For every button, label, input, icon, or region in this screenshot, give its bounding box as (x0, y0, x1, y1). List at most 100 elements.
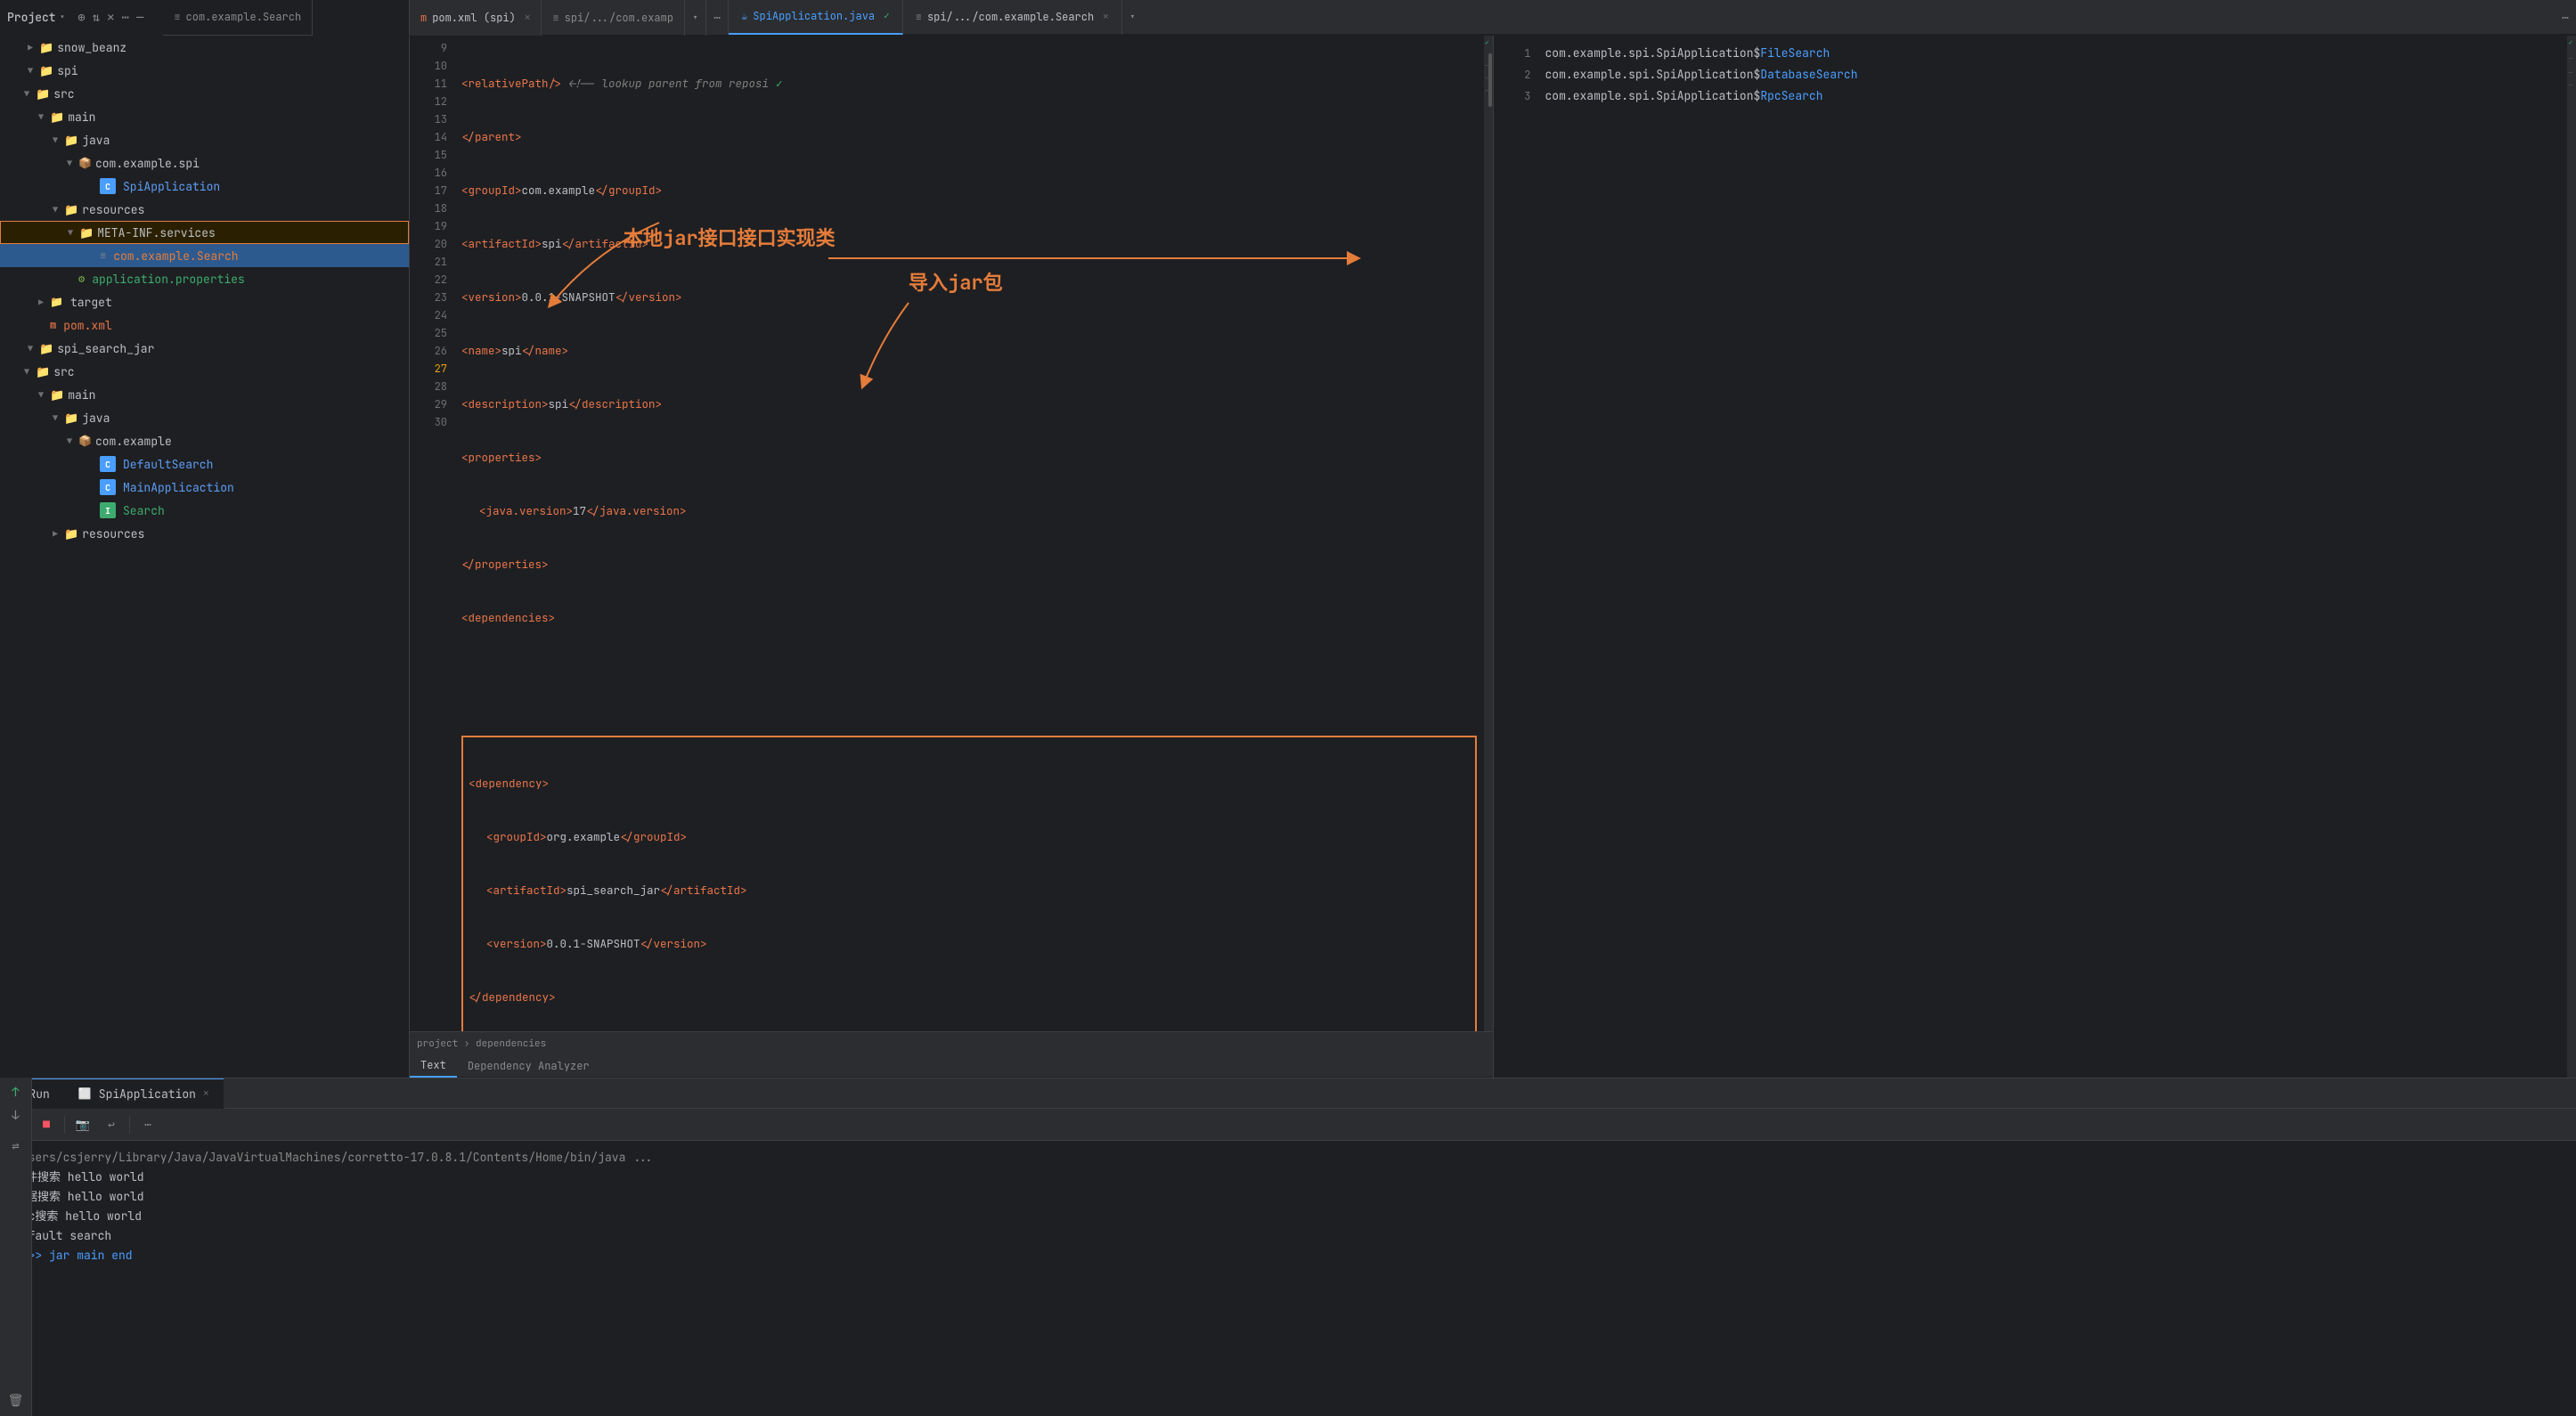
tab-com-example-search-right[interactable]: ≡ spi/.../com.example.Search ✕ (903, 0, 1122, 35)
scroll-down-btn[interactable]: ↓ (12, 1108, 19, 1124)
class-name-1: com.example.spi.SpiApplication (1545, 43, 1754, 64)
bracket-14b: </name> (522, 342, 569, 360)
code-line-23: <artifactId>spi_search_jar</artifactId> (469, 882, 1470, 899)
tab-text[interactable]: Text (410, 1054, 457, 1078)
tab-spi-application-run[interactable]: ⬜ SpiApplication ✕ (64, 1078, 224, 1109)
dash-right-2: — (2567, 69, 2574, 77)
pom-tab-close[interactable]: ✕ (525, 12, 531, 24)
tab-more-center[interactable]: ▾ (685, 0, 706, 36)
dependency-block: <dependency> <groupId>org.example</group… (461, 736, 1477, 1031)
close-icon[interactable]: ✕ (107, 10, 114, 26)
tree-item-app-props[interactable]: ⚙ application.properties (0, 267, 409, 290)
left-editor-tabs: Text Dependency Analyzer (410, 1054, 1493, 1078)
com-search-tab-close[interactable]: ✕ (1103, 11, 1109, 23)
tree-item-spi-src[interactable]: ▼ 📁 src (0, 82, 409, 105)
more-actions-btn[interactable]: ⋯ (137, 1114, 159, 1135)
trash-btn[interactable]: 🗑 (8, 1393, 24, 1409)
spi-src-label: src (53, 86, 74, 102)
tree-item-search-interface[interactable]: I Search (0, 499, 409, 522)
screenshot-btn[interactable]: 📷 (72, 1114, 94, 1135)
toolbar-sep-2 (129, 1116, 130, 1134)
inner-2: DatabaseSearch (1760, 64, 1857, 85)
wrap-btn[interactable]: ⇌ (12, 1138, 19, 1154)
tree-item-com-example-search[interactable]: ≡ com.example.Search (0, 244, 409, 267)
tab-more-right[interactable]: ▾ (1122, 0, 1143, 35)
folder-icon-jar-src: 📁 (36, 364, 50, 379)
code-line-12: <artifactId>spi</artifactId> (461, 235, 1477, 253)
settings-btn[interactable]: ↩ (101, 1114, 122, 1135)
ln-24: 24 (410, 306, 447, 324)
ln-12: 12 (410, 93, 447, 110)
run-close-btn[interactable]: ✕ (203, 1087, 209, 1100)
bracket-14a: <name> (461, 342, 501, 360)
overflow-icon[interactable]: ⋯ (706, 10, 728, 25)
app-tab-label: SpiApplication (99, 1086, 196, 1102)
folder-icon-spi-src: 📁 (36, 86, 50, 102)
tree-item-default-search[interactable]: C DefaultSearch (0, 452, 409, 476)
ln-20: 20 (410, 235, 447, 253)
tree-arrow-pkg: ▼ (64, 158, 75, 169)
tree-item-meta-inf[interactable]: ▼ 📁 META-INF.services (0, 221, 409, 244)
right-code-area[interactable]: 1 2 3 com.example.spi.SpiApplication$Fil… (1494, 36, 2576, 1078)
stop-btn[interactable]: ■ (36, 1114, 57, 1135)
folder-icon-spi-main: 📁 (50, 110, 64, 125)
code-line-20 (461, 663, 1477, 680)
spi-label: spi (57, 63, 77, 78)
tree-item-jar-resources[interactable]: ▶ 📁 resources (0, 522, 409, 545)
rln-1: 1 (1494, 43, 1531, 64)
tree-item-spi-search-jar[interactable]: ▼ 📁 spi_search_jar (0, 337, 409, 360)
left-line-numbers: 9 10 11 12 13 14 15 16 17 18 19 20 21 22… (410, 36, 454, 1031)
tree-item-spi[interactable]: ▼ 📁 spi (0, 59, 409, 82)
tree-item-jar-java[interactable]: ▼ 📁 java (0, 406, 409, 429)
package-icon: 📦 (78, 156, 92, 170)
bracket-15a: <description> (461, 395, 549, 413)
bracket-25: </dependency> (469, 989, 556, 1006)
comment-9: <!-- lookup parent from reposi (562, 75, 770, 93)
more-icon[interactable]: ⋯ (122, 10, 129, 26)
text-tab-label: Text (420, 1058, 446, 1072)
bracket-22a: <groupId> (486, 828, 547, 846)
tree-item-main-application[interactable]: C MainApplicaction (0, 476, 409, 499)
tree-item-target[interactable]: ▶ 📁 target (0, 290, 409, 313)
tree-item-spi-main[interactable]: ▼ 📁 main (0, 105, 409, 128)
right-overflow-icon[interactable]: ⋯ (2555, 10, 2576, 25)
project-label[interactable]: Project ▾ (7, 10, 65, 25)
tab-dependency-analyzer[interactable]: Dependency Analyzer (457, 1054, 600, 1078)
tree-item-com-example[interactable]: ▼ 📦 com.example (0, 429, 409, 452)
tab-pom-xml-spi[interactable]: m pom.xml (spi) ✕ (410, 0, 542, 36)
bracket-12a: <artifactId> (461, 235, 542, 253)
up-down-icon[interactable]: ⇅ (93, 10, 100, 26)
tree-item-com-example-spi[interactable]: ▼ 📦 com.example.spi (0, 151, 409, 175)
tree-item-resources[interactable]: ▼ 📁 resources (0, 198, 409, 221)
spi-java-label: java (82, 133, 110, 148)
dash-right-1: — (2567, 55, 2574, 62)
minimize-icon[interactable]: — (136, 10, 143, 26)
checkmark-right-scroll: ✓ (2567, 39, 2574, 46)
tree-arrow-spi-java: ▼ (50, 134, 61, 146)
tab-spi-com-example[interactable]: ≡ spi/.../com.examp (542, 0, 685, 36)
tree-item-snow-beanz[interactable]: ▶ 📁 snow_beanz (0, 36, 409, 59)
com-example-label: com.example (95, 434, 172, 449)
tree-item-spi-application[interactable]: C SpiApplication (0, 175, 409, 198)
globe-icon[interactable]: ⊕ (77, 10, 85, 26)
tree-item-spi-java[interactable]: ▼ 📁 java (0, 128, 409, 151)
text-14: spi (501, 342, 522, 360)
project-tree: ▶ 📁 snow_beanz ▼ 📁 spi ▼ 📁 src ▼ 📁 main … (0, 36, 410, 1078)
left-code-area[interactable]: 9 10 11 12 13 14 15 16 17 18 19 20 21 22… (410, 36, 1493, 1031)
ln-30: 30 (410, 413, 447, 431)
tree-item-jar-main[interactable]: ▼ 📁 main (0, 383, 409, 406)
pom-xml-icon: m (50, 318, 56, 332)
tree-item-jar-src[interactable]: ▼ 📁 src (0, 360, 409, 383)
right-tabs: ☕ SpiApplication.java ✓ ≡ spi/.../com.ex… (729, 0, 2576, 35)
tree-arrow-spi-main: ▼ (36, 111, 46, 123)
bracket-13a: <version> (461, 289, 522, 306)
left-vscroll[interactable]: ✓ — — — (1484, 36, 1493, 1031)
tab-spi-application-java[interactable]: ☕ SpiApplication.java ✓ (729, 0, 903, 35)
tab-com-example-search[interactable]: ≡ com.example.Search (163, 0, 313, 36)
tree-arrow-jar-java: ▼ (50, 412, 61, 424)
scroll-up-btn[interactable]: ↑ (12, 1085, 19, 1101)
right-vscroll[interactable]: ✓ — — — (2567, 36, 2576, 1078)
jar-java-label: java (82, 411, 110, 426)
search-interface-label: Search (123, 503, 165, 518)
tree-item-pom-xml[interactable]: m pom.xml (0, 313, 409, 337)
